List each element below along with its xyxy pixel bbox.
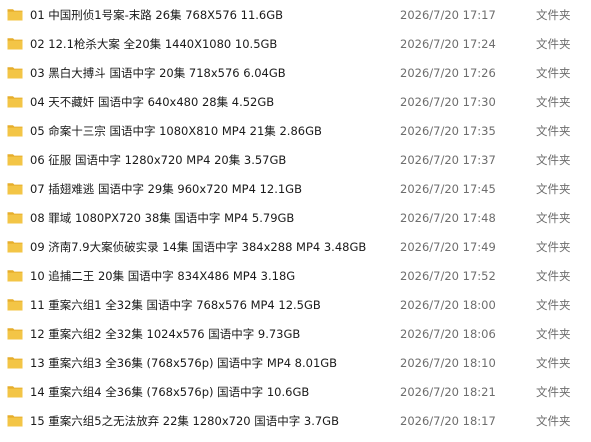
file-type: 文件夹 — [536, 210, 571, 225]
file-type: 文件夹 — [536, 413, 571, 428]
file-row[interactable]: 02 12.1枪杀大案 全20集 1440X1080 10.5GB 2026/7/… — [0, 29, 591, 58]
file-name: 04 天不藏奸 国语中字 640x480 28集 4.52GB — [30, 94, 275, 109]
file-name: 15 重案六组5之无法放弃 22集 1280x720 国语中字 3.7GB — [30, 413, 339, 428]
file-name: 07 插翅难逃 国语中字 29集 960x720 MP4 12.1GB — [30, 181, 302, 196]
file-row[interactable]: 05 命案十三宗 国语中字 1080X810 MP4 21集 2.86GB 202… — [0, 116, 591, 145]
file-type: 文件夹 — [536, 123, 571, 138]
file-name: 03 黑白大搏斗 国语中字 20集 718x576 6.04GB — [30, 65, 286, 80]
file-type: 文件夹 — [536, 181, 571, 196]
file-date: 2026/7/20 17:48 — [400, 210, 496, 225]
file-row[interactable]: 09 济南7.9大案侦破实录 14集 国语中字 384x288 MP4 3.48… — [0, 232, 591, 261]
file-row[interactable]: 03 黑白大搏斗 国语中字 20集 718x576 6.04GB 2026/7/2… — [0, 58, 591, 87]
file-date: 2026/7/20 17:26 — [400, 65, 496, 80]
file-row[interactable]: 13 重案六组3 全36集 (768x576p) 国语中字 MP4 8.01GB… — [0, 348, 591, 377]
file-row[interactable]: 01 中国刑侦1号案-末路 26集 768X576 11.6GB 2026/7/2… — [0, 0, 591, 29]
file-type: 文件夹 — [536, 65, 571, 80]
file-date: 2026/7/20 17:30 — [400, 94, 496, 109]
file-date: 2026/7/20 18:10 — [400, 355, 496, 370]
file-row[interactable]: 14 重案六组4 全36集 (768x576p) 国语中字 10.6GB 2026… — [0, 377, 591, 406]
file-name: 05 命案十三宗 国语中字 1080X810 MP4 21集 2.86GB — [30, 123, 322, 138]
file-date: 2026/7/20 18:17 — [400, 413, 496, 428]
file-type: 文件夹 — [536, 355, 571, 370]
file-list: 01 中国刑侦1号案-末路 26集 768X576 11.6GB 2026/7/2… — [0, 0, 591, 442]
file-date: 2026/7/20 17:49 — [400, 239, 496, 254]
folder-icon — [7, 328, 23, 340]
file-row[interactable]: 15 重案六组5之无法放弃 22集 1280x720 国语中字 3.7GB 202… — [0, 406, 591, 435]
file-date: 2026/7/20 17:35 — [400, 123, 496, 138]
file-type: 文件夹 — [536, 94, 571, 109]
file-name: 11 重案六组1 全32集 国语中字 768x576 MP4 12.5GB — [30, 297, 321, 312]
folder-icon — [7, 299, 23, 311]
file-name: 01 中国刑侦1号案-末路 26集 768X576 11.6GB — [30, 7, 284, 22]
folder-icon — [7, 270, 23, 282]
file-row[interactable]: 06 征服 国语中字 1280x720 MP4 20集 3.57GB 2026/7… — [0, 145, 591, 174]
file-name: 10 追捕二王 20集 国语中字 834X486 MP4 3.18G — [30, 268, 296, 283]
file-type: 文件夹 — [536, 268, 571, 283]
file-name: 14 重案六组4 全36集 (768x576p) 国语中字 10.6GB — [30, 384, 310, 399]
file-date: 2026/7/20 17:24 — [400, 36, 496, 51]
file-date: 2026/7/20 18:00 — [400, 297, 496, 312]
folder-icon — [7, 183, 23, 195]
folder-icon — [7, 154, 23, 166]
file-date: 2026/7/20 17:52 — [400, 268, 496, 283]
folder-icon — [7, 386, 23, 398]
file-name: 08 罪域 1080PX720 38集 国语中字 MP4 5.79GB — [30, 210, 295, 225]
folder-icon — [7, 67, 23, 79]
file-type: 文件夹 — [536, 36, 571, 51]
folder-icon — [7, 415, 23, 427]
folder-icon — [7, 38, 23, 50]
file-name: 12 重案六组2 全32集 1024x576 国语中字 9.73GB — [30, 326, 301, 341]
file-type: 文件夹 — [536, 7, 571, 22]
file-row[interactable]: 08 罪域 1080PX720 38集 国语中字 MP4 5.79GB 2026/… — [0, 203, 591, 232]
file-row[interactable]: 10 追捕二王 20集 国语中字 834X486 MP4 3.18G 2026/7… — [0, 261, 591, 290]
file-date: 2026/7/20 17:37 — [400, 152, 496, 167]
folder-icon — [7, 9, 23, 21]
folder-icon — [7, 241, 23, 253]
file-row[interactable]: 11 重案六组1 全32集 国语中字 768x576 MP4 12.5GB 202… — [0, 290, 591, 319]
file-name: 02 12.1枪杀大案 全20集 1440X1080 10.5GB — [30, 36, 278, 51]
file-date: 2026/7/20 17:17 — [400, 7, 496, 22]
file-type: 文件夹 — [536, 239, 571, 254]
folder-icon — [7, 96, 23, 108]
file-type: 文件夹 — [536, 326, 571, 341]
file-name: 13 重案六组3 全36集 (768x576p) 国语中字 MP4 8.01GB — [30, 355, 338, 370]
folder-icon — [7, 212, 23, 224]
file-type: 文件夹 — [536, 384, 571, 399]
file-type: 文件夹 — [536, 152, 571, 167]
file-name: 06 征服 国语中字 1280x720 MP4 20集 3.57GB — [30, 152, 287, 167]
file-date: 2026/7/20 18:21 — [400, 384, 496, 399]
file-name: 09 济南7.9大案侦破实录 14集 国语中字 384x288 MP4 3.48… — [30, 239, 367, 254]
file-date: 2026/7/20 18:06 — [400, 326, 496, 341]
folder-icon — [7, 125, 23, 137]
file-row[interactable]: 04 天不藏奸 国语中字 640x480 28集 4.52GB 2026/7/20… — [0, 87, 591, 116]
folder-icon — [7, 357, 23, 369]
file-date: 2026/7/20 17:45 — [400, 181, 496, 196]
file-row[interactable]: 07 插翅难逃 国语中字 29集 960x720 MP4 12.1GB 2026/… — [0, 174, 591, 203]
file-type: 文件夹 — [536, 297, 571, 312]
file-row[interactable]: 12 重案六组2 全32集 1024x576 国语中字 9.73GB 2026/7… — [0, 319, 591, 348]
